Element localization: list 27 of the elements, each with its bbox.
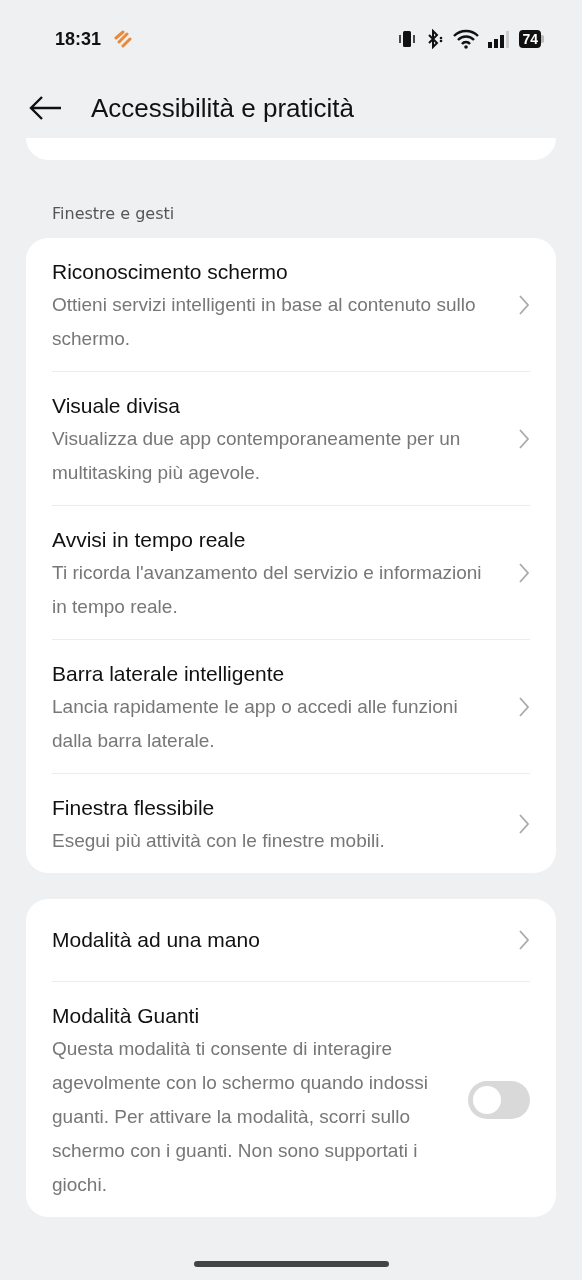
setting-description: Lancia rapidamente le app o accedi alle funzioni dalla barra laterale.: [52, 695, 459, 753]
page-title: Accessibilità e praticità: [91, 92, 354, 124]
chevron-right-icon[interactable]: [518, 812, 530, 835]
setting-title[interactable]: Visuale divisa: [52, 390, 500, 422]
chevron-right-icon[interactable]: [518, 695, 530, 718]
setting-description: Esegui più attività con le finestre mobili.: [52, 829, 386, 853]
chevron-right-icon[interactable]: [518, 293, 530, 316]
setting-title[interactable]: Avvisi in tempo reale: [52, 524, 500, 556]
chevron-right-icon[interactable]: [518, 561, 530, 584]
vibrate-icon: [397, 29, 418, 49]
section-label: Finestre e gesti: [52, 204, 176, 224]
setting-description: Questa modalità ti consente di interagire agevolmente con lo schermo quando indossi guanti. Per attivare la modalità, scorri sullo schermo con i guanti. Non sono supportati i giochi.: [52, 1037, 429, 1197]
chevron-right-icon[interactable]: [518, 427, 530, 450]
setting-title[interactable]: Barra laterale intelligente: [52, 658, 500, 690]
toggle-switch[interactable]: [468, 1080, 530, 1119]
chevron-right-icon[interactable]: [518, 929, 530, 951]
setting-description: Ottieni servizi intelligenti in base al contenuto sullo schermo.: [52, 293, 477, 351]
setting-description: Ti ricorda l'avanzamento del servizio e informazioni in tempo reale.: [52, 561, 483, 619]
setting-title[interactable]: Riconoscimento schermo: [52, 256, 500, 288]
setting-title[interactable]: Modalità ad una mano: [52, 924, 500, 956]
setting-title[interactable]: Finestra flessibile: [52, 792, 500, 824]
signal-icon: [487, 29, 512, 49]
setting-description: Visualizza due app contemporaneamente per un multitasking più agevole.: [52, 427, 462, 485]
clock: 18:31: [55, 28, 102, 50]
wifi-icon: [453, 29, 480, 49]
battery-icon: 74: [519, 30, 544, 48]
setting-title[interactable]: Modalità Guanti: [52, 1000, 450, 1032]
